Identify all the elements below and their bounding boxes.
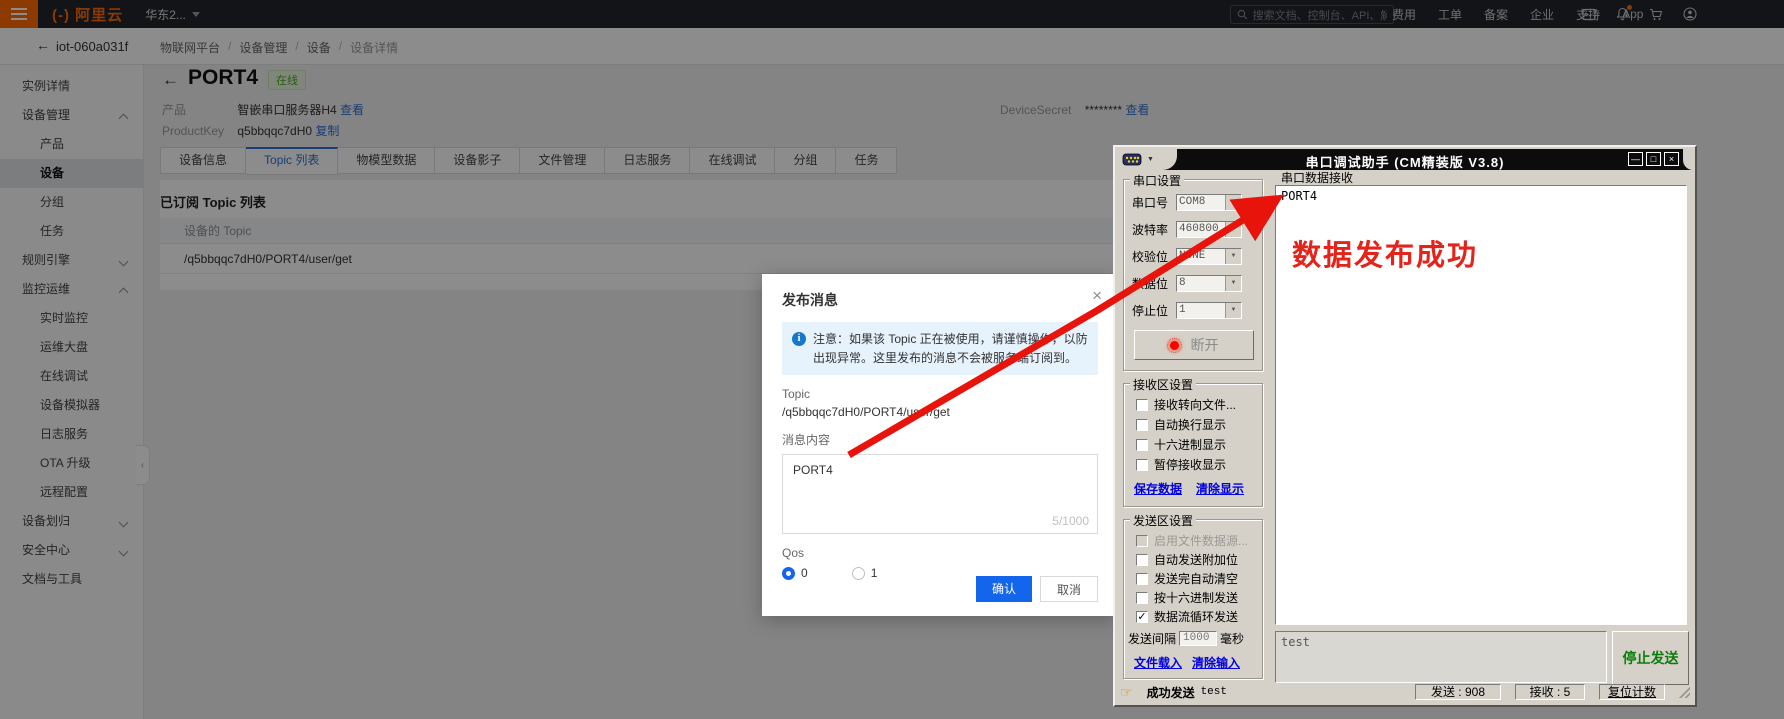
- checkbox-icon: [1136, 418, 1148, 431]
- qos-0-radio[interactable]: 0: [782, 566, 808, 580]
- received-counter: 接收 : 5: [1514, 684, 1585, 700]
- checkbox-icon: [1136, 534, 1148, 547]
- serial-debug-window: ▼ 串口调试助手 (CM精装版 V3.8) — □ × 串口设置 串口号 COM…: [1113, 145, 1697, 707]
- checkbox-icon: [1136, 553, 1148, 566]
- hand-pointer-icon: ☞: [1120, 683, 1133, 700]
- serial-title-bar[interactable]: ▼ 串口调试助手 (CM精装版 V3.8) — □ ×: [1117, 149, 1693, 170]
- message-content-label: 消息内容: [782, 433, 831, 448]
- data-bits-row: 数据位 8 ▼: [1132, 275, 1242, 292]
- serial-window-title: 串口调试助手 (CM精装版 V3.8): [1305, 155, 1505, 170]
- radio-icon: [851, 566, 865, 580]
- stop-bits-select[interactable]: 1 ▼: [1176, 302, 1242, 319]
- cancel-button[interactable]: 取消: [1039, 576, 1098, 602]
- checkbox-icon: [1136, 398, 1148, 411]
- topic-value: /q5bbqqc7dH0/PORT4/user/get: [782, 405, 950, 420]
- disconnect-button[interactable]: 断开: [1134, 330, 1254, 360]
- save-data-link[interactable]: 保存数据: [1134, 480, 1182, 497]
- message-content-textarea[interactable]: PORT4 5/1000: [782, 454, 1098, 535]
- radio-selected-icon: [782, 566, 795, 580]
- qos-1-radio[interactable]: 1: [851, 566, 877, 580]
- screen: (-) 阿里云 华东2... 搜索文档、控制台、API、解 费用 工单 备案 企…: [0, 0, 1784, 719]
- chevron-down-icon: ▼: [1225, 276, 1241, 291]
- checkbox-icon: [1136, 438, 1148, 451]
- publish-message-modal: 发布消息 × i 注意：如果该 Topic 正在被使用，请谨慎操作，以防出现异常…: [762, 274, 1118, 616]
- baud-rate-select[interactable]: 460800 ▼: [1176, 221, 1242, 238]
- reset-counter-button[interactable]: 复位计数: [1598, 684, 1665, 700]
- status-payload: test: [1200, 686, 1227, 698]
- qos-label: Qos: [782, 546, 805, 561]
- status-message: 成功发送: [1146, 685, 1195, 700]
- checkbox-hex-display[interactable]: 十六进制显示: [1136, 436, 1226, 453]
- checkbox-receive-to-file[interactable]: 接收转向文件...: [1136, 396, 1236, 413]
- chevron-down-icon: ▼: [1225, 249, 1241, 264]
- checkbox-file-data-source: 启用文件数据源...: [1136, 532, 1248, 549]
- checkbox-loop-send[interactable]: ✓ 数据流循环发送: [1136, 608, 1238, 625]
- maximize-button[interactable]: □: [1646, 152, 1661, 166]
- send-interval-input[interactable]: 1000: [1179, 631, 1218, 646]
- checkbox-send-as-hex[interactable]: 按十六进制发送: [1136, 589, 1238, 606]
- char-counter: 5/1000: [1052, 514, 1089, 529]
- load-file-link[interactable]: 文件载入: [1134, 654, 1182, 671]
- send-textarea[interactable]: test: [1275, 631, 1607, 683]
- send-interval-row: 发送间隔 1000 毫秒: [1128, 631, 1245, 646]
- checkbox-checked-icon: ✓: [1136, 610, 1148, 623]
- resize-grip[interactable]: [1679, 686, 1690, 698]
- serial-status-bar: ☞ 成功发送 test 发送 : 908 接收 : 5 复位计数: [1120, 683, 1690, 701]
- port-number-select[interactable]: COM8 ▼: [1176, 194, 1242, 211]
- send-settings-group: 发送区设置 启用文件数据源... 自动发送附加位 发送完自动清空 按十六进制发送…: [1123, 512, 1263, 679]
- checkbox-clear-after-send[interactable]: 发送完自动清空: [1136, 570, 1238, 587]
- confirm-button[interactable]: 确认: [975, 576, 1032, 602]
- chevron-down-icon: ▼: [1225, 303, 1241, 318]
- receive-area-label: 串口数据接收: [1281, 171, 1354, 185]
- info-icon: i: [792, 332, 806, 346]
- data-bits-select[interactable]: 8 ▼: [1176, 275, 1242, 292]
- close-button[interactable]: ×: [1664, 152, 1679, 166]
- checkbox-auto-send-append[interactable]: 自动发送附加位: [1136, 551, 1238, 568]
- baud-rate-row: 波特率 460800 ▼: [1132, 221, 1242, 238]
- close-icon[interactable]: ×: [1092, 286, 1102, 306]
- sent-counter: 发送 : 908: [1414, 684, 1501, 700]
- modal-title: 发布消息: [782, 292, 838, 308]
- stop-send-button[interactable]: 停止发送: [1612, 631, 1689, 685]
- checkbox-icon: [1136, 458, 1148, 471]
- port-number-row: 串口号 COM8 ▼: [1132, 194, 1242, 211]
- topic-label: Topic: [782, 387, 811, 402]
- modal-notice: i 注意：如果该 Topic 正在被使用，请谨慎操作，以防出现异常。这里发布的消…: [782, 322, 1098, 376]
- clear-input-link[interactable]: 清除输入: [1192, 654, 1240, 671]
- checkbox-icon: [1136, 572, 1148, 585]
- port-settings-group: 串口设置 串口号 COM8 ▼ 波特率 460800 ▼ 校验位 NONE ▼ 数据位…: [1123, 172, 1263, 371]
- chevron-down-icon: ▼: [1225, 195, 1241, 210]
- checkbox-pause-receive[interactable]: 暂停接收显示: [1136, 456, 1226, 473]
- checkbox-auto-wrap[interactable]: 自动换行显示: [1136, 416, 1226, 433]
- chevron-down-icon: ▼: [1225, 222, 1241, 237]
- parity-select[interactable]: NONE ▼: [1176, 248, 1242, 265]
- parity-row: 校验位 NONE ▼: [1132, 248, 1242, 265]
- clear-display-link[interactable]: 清除显示: [1196, 480, 1244, 497]
- receive-settings-group: 接收区设置 接收转向文件... 自动换行显示 十六进制显示 暂停接收显示 保存数…: [1123, 376, 1263, 507]
- minimize-button[interactable]: —: [1628, 152, 1643, 166]
- connection-led-icon: [1166, 337, 1182, 353]
- stop-bits-row: 停止位 1 ▼: [1132, 302, 1242, 319]
- checkbox-icon: [1136, 591, 1148, 604]
- annotation-text: 数据发布成功: [1292, 240, 1479, 272]
